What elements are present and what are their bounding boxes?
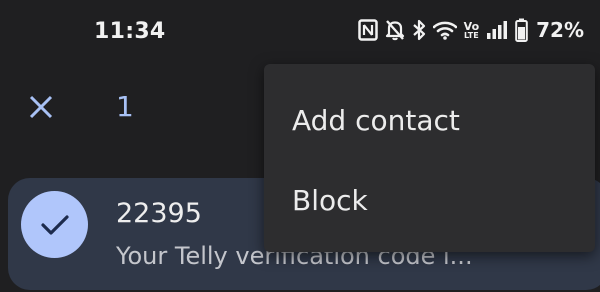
menu-item-label: Add contact: [292, 103, 460, 137]
menu-item-add-contact[interactable]: Add contact: [264, 80, 595, 160]
menu-item-block[interactable]: Block: [264, 160, 595, 240]
close-icon: [29, 95, 53, 119]
battery-percent: 72%: [536, 18, 584, 42]
conversation-sender: 22395: [116, 198, 202, 229]
avatar-selected[interactable]: [21, 191, 88, 258]
volte-icon: Vo LTE: [463, 19, 480, 40]
nfc-icon: [357, 19, 378, 41]
battery-icon: [515, 18, 528, 42]
menu-item-label: Block: [292, 183, 368, 217]
signal-icon: [486, 20, 508, 40]
status-time: 11:34: [94, 19, 166, 44]
notifications-off-icon: [385, 19, 405, 41]
bluetooth-icon: [412, 19, 426, 41]
messages-screen: 11:34 Vo LTE 72% 1 22395 Your Telly veri…: [0, 0, 600, 292]
wifi-icon: [432, 20, 457, 40]
status-icons: Vo LTE 72%: [357, 18, 584, 42]
status-bar: 11:34 Vo LTE 72%: [0, 0, 600, 64]
close-selection-button[interactable]: [22, 88, 60, 126]
selected-count: 1: [116, 90, 134, 123]
check-icon: [40, 214, 69, 235]
overflow-menu: Add contact Block: [264, 64, 595, 252]
